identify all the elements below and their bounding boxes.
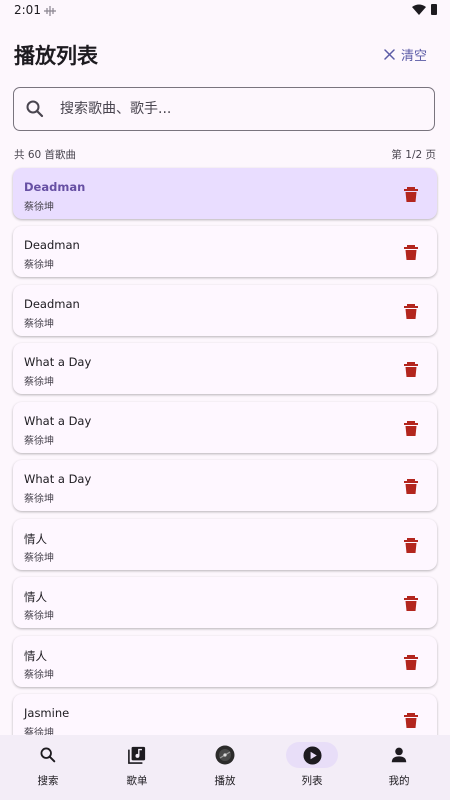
song-item[interactable]: 情人 蔡徐坤 — [13, 519, 437, 570]
song-title: What a Day — [24, 414, 92, 428]
nav-icon-container — [286, 742, 338, 768]
song-title: Deadman — [24, 297, 80, 311]
song-count: 共 60 首歌曲 — [14, 149, 77, 161]
nav-label: 播放 — [214, 775, 236, 787]
song-artist: 蔡徐坤 — [24, 494, 54, 505]
nav-item-now-playing[interactable]: 播放 — [180, 735, 270, 800]
song-item[interactable]: What a Day 蔡徐坤 — [13, 402, 437, 453]
song-title: 情人 — [24, 649, 47, 663]
song-title: 情人 — [24, 532, 47, 546]
nav-item-search[interactable]: 搜索 — [3, 735, 93, 800]
search-input[interactable] — [58, 100, 434, 118]
nav-icon-container — [111, 742, 163, 768]
delete-icon[interactable] — [401, 359, 421, 379]
song-artist: 蔡徐坤 — [24, 436, 54, 447]
page-indicator: 第 1/2 页 — [391, 149, 436, 161]
search-icon — [40, 747, 56, 763]
song-title: What a Day — [24, 355, 92, 369]
notification-icon — [44, 6, 56, 16]
playlist-icon — [128, 746, 146, 764]
nav-label: 搜索 — [37, 775, 59, 787]
search-box[interactable] — [13, 87, 435, 131]
song-title: 情人 — [24, 590, 47, 604]
wifi-icon — [412, 4, 426, 15]
nav-label: 歌单 — [126, 775, 148, 787]
song-item[interactable]: Deadman 蔡徐坤 — [13, 285, 437, 336]
song-item[interactable]: Deadman 蔡徐坤 — [13, 168, 437, 219]
nav-icon-container — [373, 742, 425, 768]
song-artist: 蔡徐坤 — [24, 260, 54, 271]
song-item[interactable]: What a Day 蔡徐坤 — [13, 343, 437, 394]
delete-icon[interactable] — [401, 652, 421, 672]
song-item[interactable]: 情人 蔡徐坤 — [13, 636, 437, 687]
nav-label: 列表 — [301, 775, 323, 787]
nav-label: 我的 — [388, 775, 410, 787]
list-summary: 共 60 首歌曲 第 1/2 页 — [14, 147, 436, 163]
nav-item-queue[interactable]: 列表 — [267, 735, 357, 800]
song-title: Jasmine — [24, 706, 70, 720]
battery-icon — [431, 4, 437, 15]
nav-item-profile[interactable]: 我的 — [354, 735, 444, 800]
person-icon — [391, 747, 407, 763]
delete-icon[interactable] — [401, 710, 421, 730]
delete-icon[interactable] — [401, 301, 421, 321]
song-artist: 蔡徐坤 — [24, 611, 54, 622]
song-artist: 蔡徐坤 — [24, 319, 54, 330]
status-bar: 2:01 — [0, 0, 450, 22]
clear-button[interactable]: 清空 — [384, 44, 427, 64]
delete-icon[interactable] — [401, 476, 421, 496]
song-artist: 蔡徐坤 — [24, 553, 54, 564]
album-disc-icon — [215, 745, 235, 765]
clear-label: 清空 — [401, 48, 428, 64]
song-item[interactable]: 情人 蔡徐坤 — [13, 577, 437, 628]
nav-icon-container — [199, 742, 251, 768]
song-artist: 蔡徐坤 — [24, 377, 54, 388]
song-item[interactable]: What a Day 蔡徐坤 — [13, 460, 437, 511]
play-circle-icon — [302, 745, 322, 765]
bottom-nav: 搜索 歌单 播放 列表 我的 — [0, 735, 450, 800]
delete-icon[interactable] — [401, 242, 421, 262]
page-title: 播放列表 — [14, 44, 98, 68]
nav-icon-container — [22, 742, 74, 768]
delete-icon[interactable] — [401, 593, 421, 613]
song-title: What a Day — [24, 472, 92, 486]
search-icon — [26, 100, 44, 118]
nav-item-playlist[interactable]: 歌单 — [92, 735, 182, 800]
song-artist: 蔡徐坤 — [24, 670, 54, 681]
song-item[interactable]: Deadman 蔡徐坤 — [13, 226, 437, 277]
status-time: 2:01 — [14, 3, 41, 17]
delete-icon[interactable] — [401, 535, 421, 555]
delete-icon[interactable] — [401, 184, 421, 204]
close-icon — [384, 48, 395, 60]
song-title: Deadman — [24, 238, 80, 252]
song-title: Deadman — [24, 180, 86, 194]
delete-icon[interactable] — [401, 418, 421, 438]
song-artist: 蔡徐坤 — [24, 202, 54, 213]
